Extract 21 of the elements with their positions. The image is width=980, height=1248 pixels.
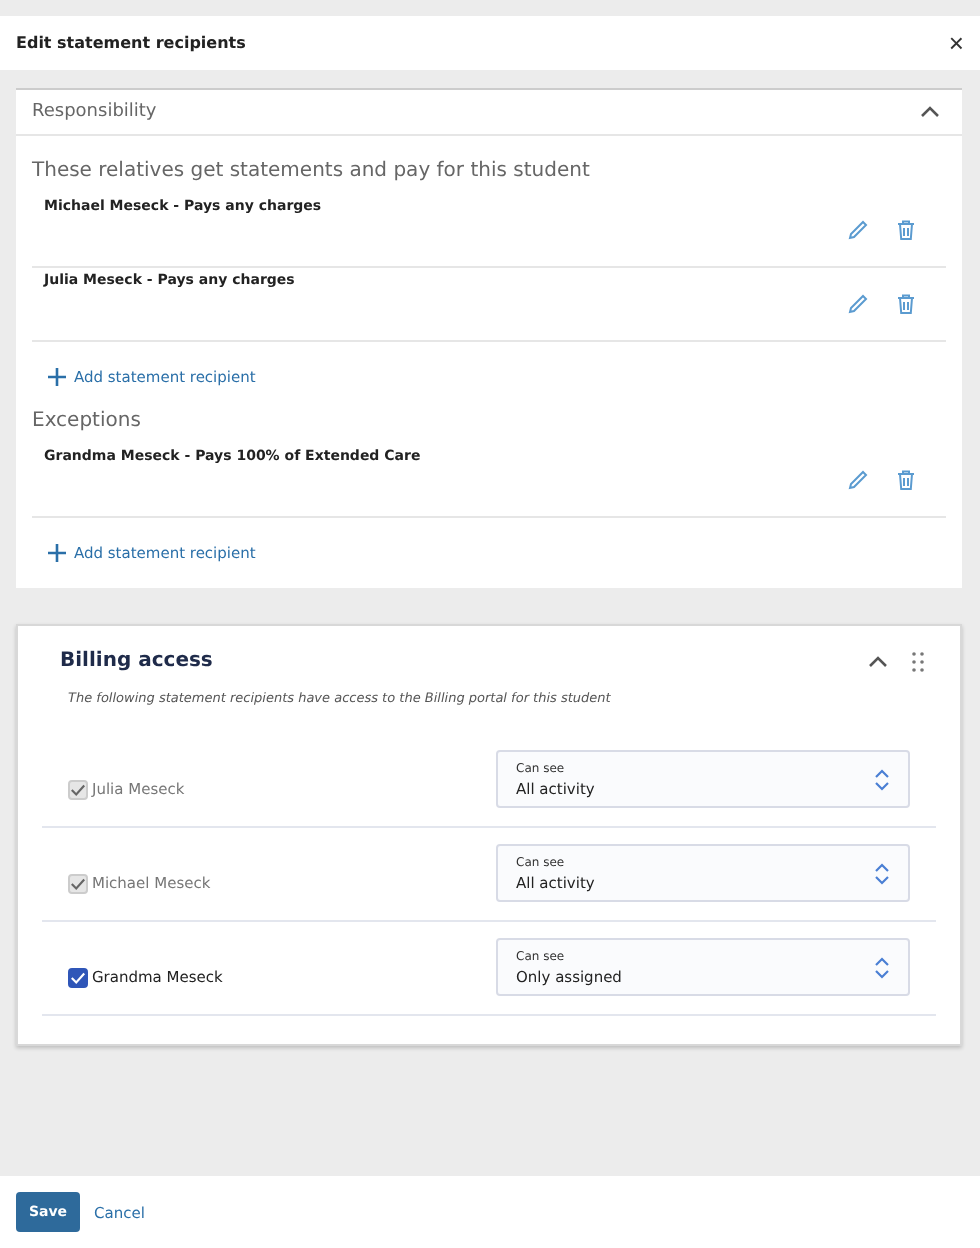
- checkbox[interactable]: [68, 967, 88, 987]
- section-heading: Exceptions: [32, 410, 143, 432]
- updown-icon: [874, 767, 890, 791]
- pencil-icon[interactable]: [846, 468, 870, 492]
- updown-icon: [874, 955, 890, 979]
- section-title: Responsibility: [32, 102, 157, 122]
- pencil-icon[interactable]: [846, 292, 870, 316]
- close-button[interactable]: ×: [948, 30, 964, 56]
- card-title: Billing access: [60, 650, 213, 672]
- updown-icon: [874, 861, 890, 885]
- plus-icon: [48, 368, 66, 386]
- drag-handle-icon[interactable]: [912, 651, 924, 671]
- plus-icon: [48, 544, 66, 562]
- chevron-icon[interactable]: [918, 102, 942, 122]
- trash-icon[interactable]: [894, 468, 918, 492]
- section-heading: These relatives get statements and pay for this student: [32, 160, 592, 182]
- pencil-icon[interactable]: [846, 218, 870, 242]
- chevron-icon[interactable]: [866, 651, 890, 671]
- dialog-title: Edit statement recipients: [16, 34, 246, 52]
- trash-icon[interactable]: [894, 218, 918, 242]
- trash-icon[interactable]: [894, 292, 918, 316]
